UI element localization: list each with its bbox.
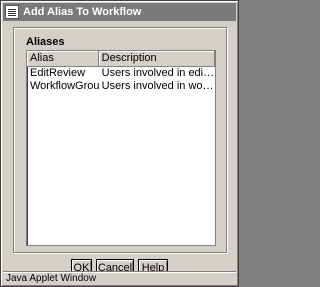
column-header-alias[interactable]: Alias bbox=[27, 51, 99, 67]
alias-cell: WorkflowGroup bbox=[30, 80, 99, 92]
column-header-description[interactable]: Description bbox=[98, 51, 215, 67]
aliases-panel: Aliases Alias Description EditReview Use… bbox=[13, 27, 227, 253]
table-header: Alias Description bbox=[27, 51, 215, 67]
alias-cell: EditReview bbox=[30, 67, 86, 79]
status-bar: Java Applet Window bbox=[3, 271, 236, 285]
window-title: Add Alias To Workflow bbox=[23, 6, 142, 18]
dialog-window: Add Alias To Workflow Aliases Alias Desc… bbox=[0, 0, 239, 287]
title-bar[interactable]: Add Alias To Workflow bbox=[3, 3, 236, 21]
aliases-table[interactable]: Alias Description EditReview Users invol… bbox=[26, 50, 216, 246]
table-row[interactable]: EditReview Users involved in edit revi..… bbox=[27, 67, 215, 80]
table-row[interactable]: WorkflowGroup Users involved in workflow bbox=[27, 80, 215, 93]
document-icon bbox=[5, 5, 19, 19]
description-cell: Users involved in edit revi... bbox=[101, 67, 215, 79]
aliases-section-label: Aliases bbox=[26, 36, 65, 48]
description-cell: Users involved in workflow bbox=[101, 80, 215, 92]
